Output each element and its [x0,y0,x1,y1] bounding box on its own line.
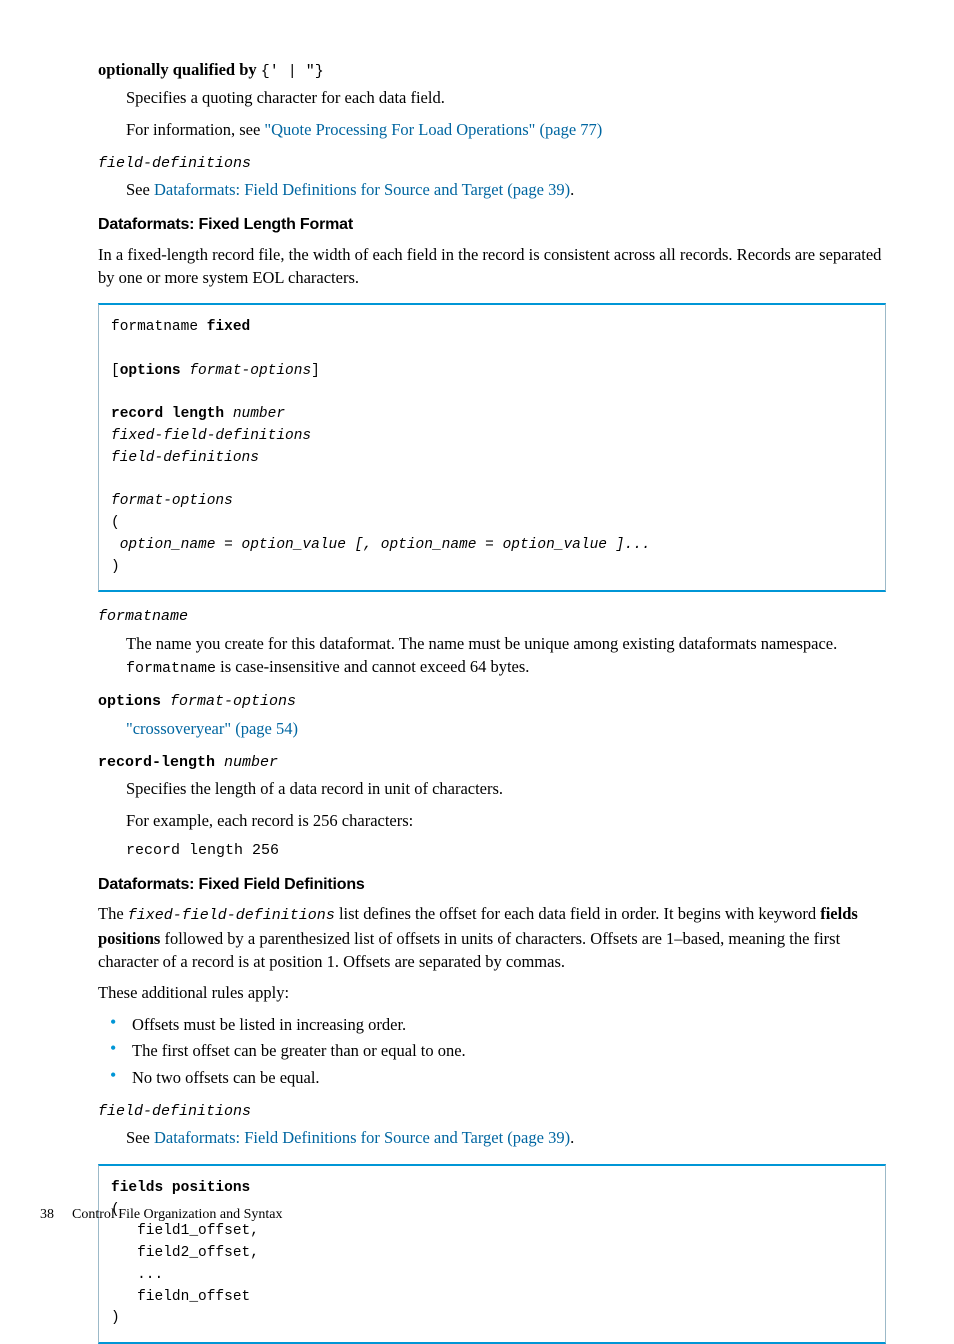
heading-fixed-length-format: Dataformats: Fixed Length Format [98,214,886,237]
keyword: record-length [98,754,215,771]
text: See [126,1128,154,1147]
text: The [98,904,128,923]
term-code: {' | "} [261,63,324,80]
code-block-fixed-format: formatname fixed [options format-options… [98,303,886,592]
param: format-options [161,693,296,710]
footer-title: Control File Organization and Syntax [72,1207,283,1222]
para-fixed-length-intro: In a fixed-length record file, the width… [98,243,886,290]
text: . [570,1128,574,1147]
def-body: See Dataformats: Field Definitions for S… [126,1126,886,1149]
link-field-definitions[interactable]: Dataformats: Field Definitions for Sourc… [154,1128,570,1147]
page-footer: 38 Control File Organization and Syntax [40,1205,283,1225]
link-quote-processing[interactable]: "Quote Processing For Load Operations" (… [264,120,602,139]
para-fixed-field-intro: The fixed-field-definitions list defines… [98,902,886,973]
def-para: For example, each record is 256 characte… [126,809,886,832]
text: list defines the offset for each data fi… [335,904,820,923]
def-body: Specifies a quoting character for each d… [126,86,886,141]
def-term-options: options format-options [98,691,886,712]
inline-code: fixed-field-definitions [128,907,335,924]
def-term-record-length: record-length number [98,752,886,773]
def-term-field-definitions: field-definitions [98,1101,886,1122]
param: number [215,754,278,771]
def-body: Specifies the length of a data record in… [126,777,886,861]
def-para: Specifies the length of a data record in… [126,777,886,800]
def-para: For information, see "Quote Processing F… [126,118,886,141]
page-number: 38 [40,1207,54,1222]
text: followed by a parenthesized list of offs… [98,929,840,971]
para-rules-intro: These additional rules apply: [98,981,886,1004]
def-body: The name you create for this dataformat.… [126,632,886,680]
def-term-field-definitions: field-definitions [98,153,886,174]
text: For information, see [126,120,264,139]
link-crossoveryear[interactable]: "crossoveryear" (page 54) [126,719,298,738]
link-field-definitions[interactable]: Dataformats: Field Definitions for Sourc… [154,180,570,199]
text: . [570,180,574,199]
text: The name you create for this dataformat.… [126,634,837,653]
def-term-formatname: formatname [98,606,886,627]
text: See [126,180,154,199]
inline-code: formatname [126,660,216,677]
text: is case-insensitive and cannot exceed 64… [216,657,529,676]
keyword: options [98,693,161,710]
list-item: No two offsets can be equal. [98,1066,886,1089]
rules-list: Offsets must be listed in increasing ord… [98,1013,886,1089]
heading-fixed-field-definitions: Dataformats: Fixed Field Definitions [98,874,886,897]
code-block-fields-positions: fields positions ( field1_offset, field2… [98,1164,886,1344]
list-item: Offsets must be listed in increasing ord… [98,1013,886,1036]
def-para: Specifies a quoting character for each d… [126,86,886,109]
def-body: "crossoveryear" (page 54) [126,717,886,740]
code-line: record length 256 [126,840,886,861]
def-body: See Dataformats: Field Definitions for S… [126,178,886,201]
term-label: optionally qualified by [98,60,257,79]
def-term-optionally-qualified: optionally qualified by {' | "} [98,58,886,82]
list-item: The first offset can be greater than or … [98,1039,886,1062]
